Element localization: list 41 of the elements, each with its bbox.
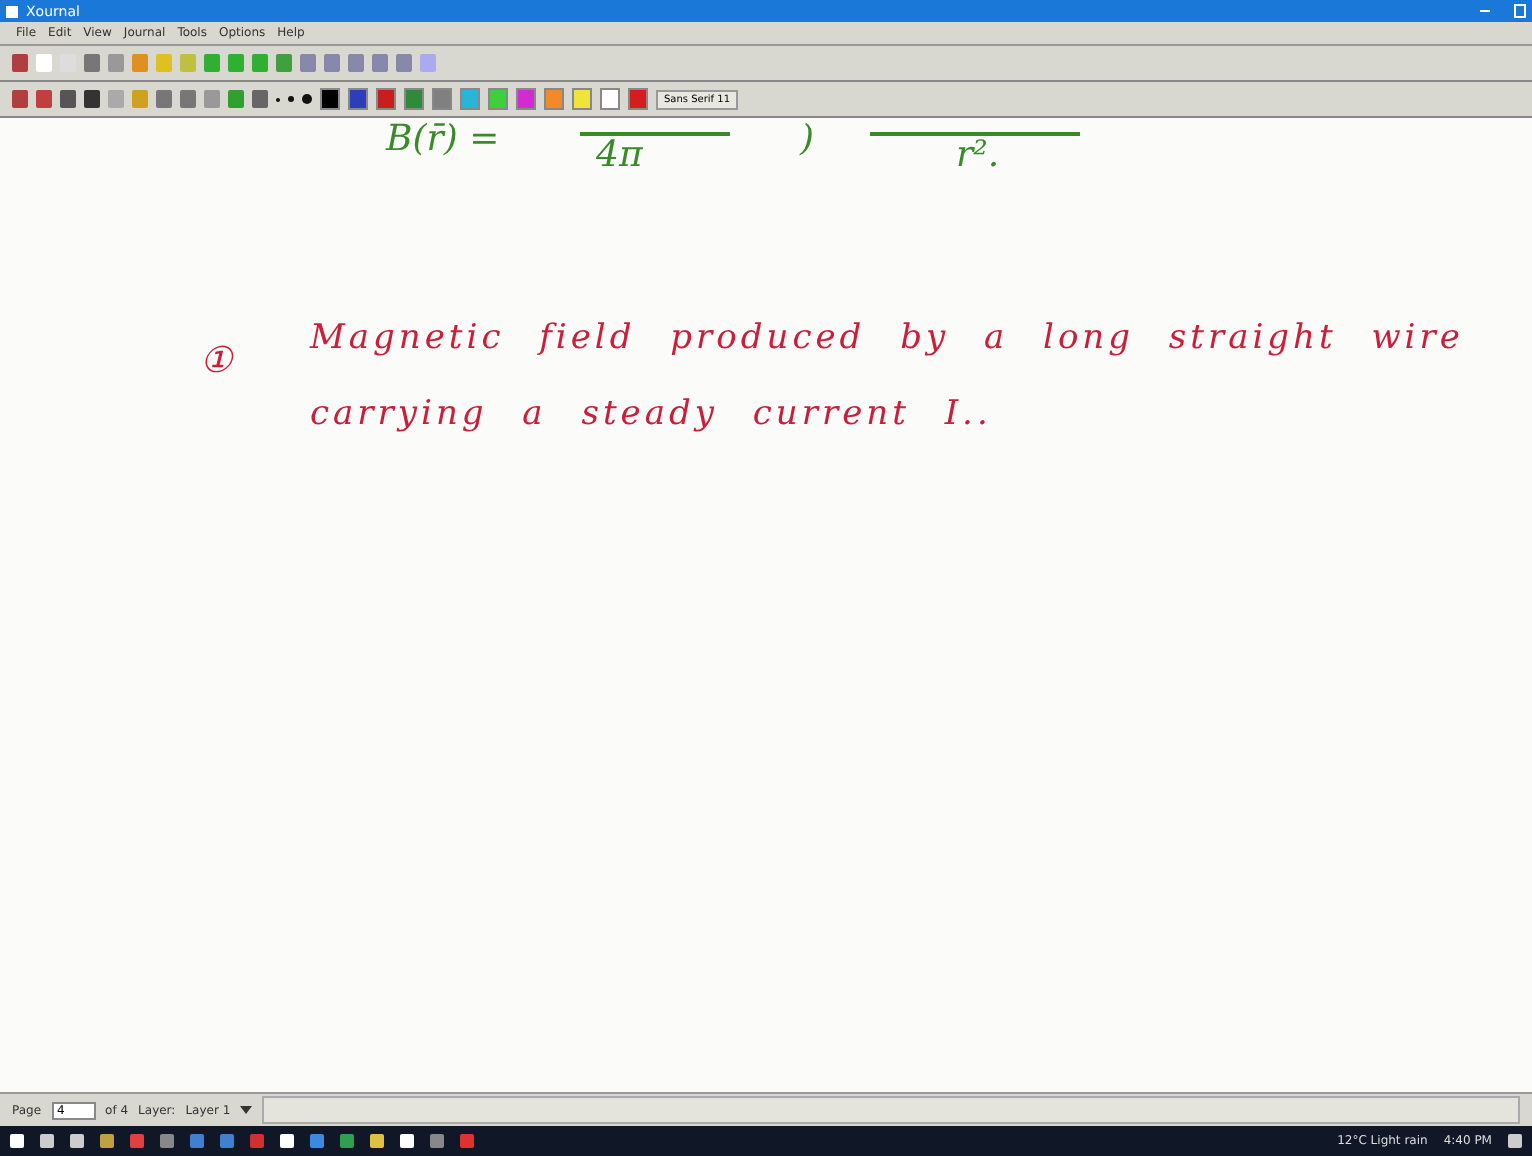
taskbar-icon[interactable] [460, 1134, 474, 1148]
handwritten-text: carrying a steady current I.. [310, 394, 992, 434]
taskbar-icon[interactable] [100, 1134, 114, 1148]
color-swatch[interactable] [432, 88, 452, 110]
color-swatch[interactable] [376, 88, 396, 110]
taskbar-icon[interactable] [250, 1134, 264, 1148]
color-swatch[interactable] [460, 88, 480, 110]
taskbar-icon[interactable] [400, 1134, 414, 1148]
caret-icon[interactable] [240, 1106, 253, 1114]
taskbar-icon[interactable] [310, 1134, 324, 1148]
handwritten-text: 4π [596, 134, 643, 178]
color-swatch[interactable] [600, 88, 620, 110]
handwritten-text: ① [200, 338, 232, 382]
taskbar-icon[interactable] [160, 1134, 174, 1148]
taskbar-icon[interactable] [40, 1134, 54, 1148]
handwritten-text: ) [800, 118, 815, 162]
minimize-icon[interactable] [1480, 10, 1490, 12]
handwritten-text: r². [956, 134, 1000, 178]
taskbar-icon[interactable] [280, 1134, 294, 1148]
taskbar-icon[interactable] [430, 1134, 444, 1148]
taskbar-icon[interactable] [190, 1134, 204, 1148]
color-swatch[interactable] [320, 88, 340, 110]
taskbar-icon[interactable] [10, 1134, 24, 1148]
color-swatch[interactable] [544, 88, 564, 110]
color-swatch[interactable] [628, 88, 648, 110]
color-swatch[interactable] [348, 88, 368, 110]
color-swatch[interactable] [516, 88, 536, 110]
taskbar-icon[interactable] [70, 1134, 84, 1148]
thickness-icon[interactable] [288, 96, 294, 102]
maximize-icon[interactable] [1514, 4, 1526, 18]
app-icon [6, 5, 18, 17]
color-swatch[interactable] [404, 88, 424, 110]
handwritten-text: Magnetic field produced by a long straight wire [310, 318, 1464, 358]
taskbar-icon[interactable] [130, 1134, 144, 1148]
color-swatch[interactable] [572, 88, 592, 110]
color-swatch[interactable] [488, 88, 508, 110]
taskbar-icon[interactable] [370, 1134, 384, 1148]
handwritten-text: B(r̄) = [386, 118, 500, 162]
notification-icon[interactable] [1508, 1134, 1522, 1148]
taskbar-icon[interactable] [340, 1134, 354, 1148]
taskbar-icon[interactable] [220, 1134, 234, 1148]
